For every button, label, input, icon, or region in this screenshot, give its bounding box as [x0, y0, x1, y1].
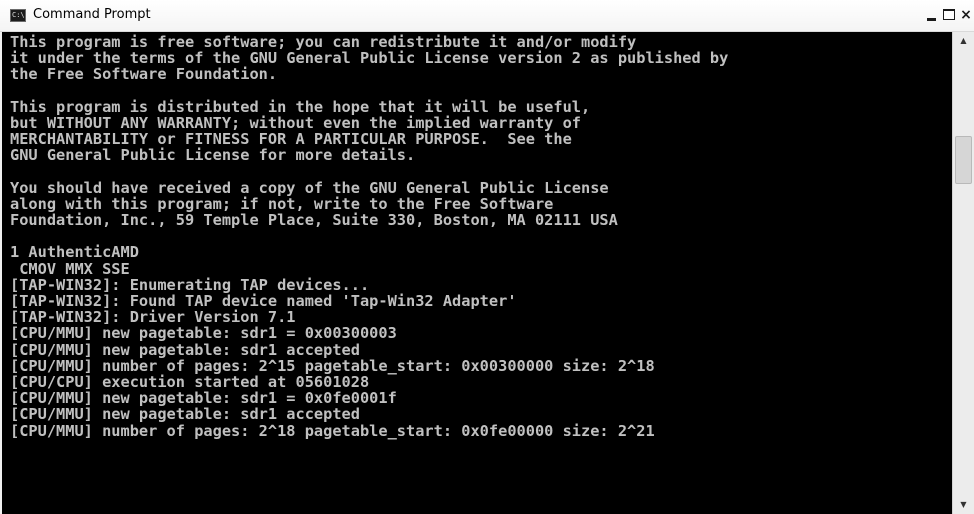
- console-line: CMOV MMX SSE: [10, 259, 130, 278]
- maximize-icon: [943, 9, 955, 20]
- minimize-button[interactable]: [924, 6, 940, 24]
- console-line: along with this program; if not, write t…: [10, 194, 554, 213]
- scroll-thumb[interactable]: [955, 136, 972, 184]
- console-line: but WITHOUT ANY WARRANTY; without even t…: [10, 113, 581, 132]
- console-output[interactable]: This program is free software; you can r…: [2, 32, 952, 514]
- console-line: [CPU/MMU] new pagetable: sdr1 accepted: [10, 340, 360, 359]
- console-line: This program is distributed in the hope …: [10, 97, 591, 116]
- console-line: [CPU/CPU] execution started at 05601028: [10, 372, 370, 391]
- console-line: the Free Software Foundation.: [10, 65, 278, 84]
- console-line: [CPU/MMU] number of pages: 2^15 pagetabl…: [10, 356, 655, 375]
- command-prompt-window: C:\ Command Prompt × This program is fre…: [0, 0, 974, 514]
- console-line: [CPU/MMU] new pagetable: sdr1 = 0x003000…: [10, 324, 397, 343]
- minimize-icon: [927, 18, 936, 21]
- console-line: This program is free software; you can r…: [10, 33, 637, 51]
- console-line: [TAP-WIN32]: Found TAP device named 'Tap…: [10, 292, 517, 310]
- vertical-scrollbar[interactable]: ▲ ▼: [952, 32, 974, 514]
- scroll-up-arrow-icon[interactable]: ▲: [953, 32, 974, 50]
- console-line: [CPU/MMU] new pagetable: sdr1 = 0x0fe000…: [10, 389, 397, 408]
- scroll-down-arrow-icon[interactable]: ▼: [953, 496, 974, 514]
- console-line: Foundation, Inc., 59 Temple Place, Suite…: [10, 211, 618, 230]
- maximize-button[interactable]: [941, 6, 957, 24]
- console-line: [CPU/MMU] number of pages: 2^18 pagetabl…: [10, 421, 655, 440]
- close-icon: ×: [960, 7, 972, 23]
- console-line: [TAP-WIN32]: Driver Version 7.1: [10, 308, 296, 327]
- console-text: This program is free software; you can r…: [10, 34, 728, 439]
- title-bar[interactable]: C:\ Command Prompt ×: [0, 0, 974, 32]
- close-button[interactable]: ×: [958, 6, 974, 24]
- console-line: [TAP-WIN32]: Enumerating TAP devices...: [10, 275, 370, 294]
- cmd-icon[interactable]: C:\: [10, 9, 26, 22]
- console-line: GNU General Public License for more deta…: [10, 146, 416, 165]
- console-line: [CPU/MMU] new pagetable: sdr1 accepted: [10, 405, 360, 424]
- console-line: it under the terms of the GNU General Pu…: [10, 49, 729, 68]
- console-line: MERCHANTABILITY or FITNESS FOR A PARTICU…: [10, 130, 572, 149]
- console-line: 1 AuthenticAMD: [10, 243, 139, 262]
- window-title: Command Prompt: [33, 7, 151, 22]
- console-line: You should have received a copy of the G…: [10, 178, 609, 197]
